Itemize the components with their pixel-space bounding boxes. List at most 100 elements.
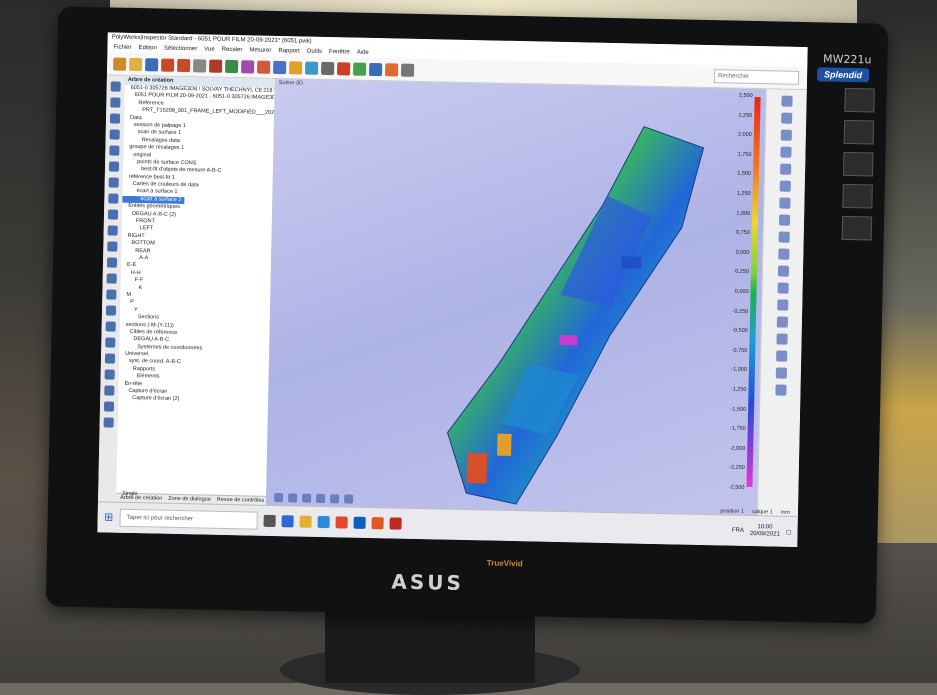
- zoom-fit-icon[interactable]: [778, 197, 791, 209]
- chrome-icon[interactable]: [335, 516, 348, 529]
- pick-icon[interactable]: [330, 493, 340, 503]
- task-view-icon[interactable]: [263, 514, 276, 528]
- comparison-tool-icon[interactable]: [104, 353, 116, 364]
- measure-icon[interactable]: [209, 59, 223, 73]
- sphere-tool-icon[interactable]: [107, 225, 118, 236]
- pan-tool-icon[interactable]: [109, 113, 121, 124]
- clip-icon[interactable]: [777, 265, 789, 277]
- camera-icon[interactable]: [368, 62, 383, 76]
- section-view-icon[interactable]: [775, 367, 787, 379]
- monitor: MW221u Splendid TrueVivid ASUS PolyWorks…: [45, 6, 889, 624]
- view-plus-x-icon[interactable]: [780, 95, 793, 107]
- select-tool-icon[interactable]: [110, 81, 121, 92]
- tree-item-label: référence best-fit 1: [128, 173, 175, 181]
- redo-icon[interactable]: [177, 58, 191, 72]
- clock[interactable]: 10:00 20/09/2021: [750, 524, 780, 539]
- zoom-tool-icon[interactable]: [109, 129, 120, 140]
- tree-item-label: original: [133, 151, 152, 158]
- settings-icon[interactable]: [193, 58, 207, 72]
- scanned-part-color-map[interactable]: [406, 102, 755, 516]
- scale-label: -0,500: [732, 327, 748, 335]
- outlook-icon[interactable]: [353, 516, 366, 529]
- box-select-icon[interactable]: [302, 493, 312, 503]
- selection-mode[interactable]: Single: [122, 491, 137, 497]
- vector-tool-icon[interactable]: [106, 289, 117, 300]
- gdt-tool-icon[interactable]: [105, 337, 116, 348]
- menu-recaler[interactable]: Recaler: [222, 45, 243, 55]
- acrobat-icon[interactable]: [389, 517, 402, 530]
- tree-item-label: Cibles de référence: [129, 328, 178, 336]
- select-mode-icon[interactable]: [288, 492, 298, 502]
- wireframe-icon[interactable]: [776, 299, 788, 311]
- polyline-tool-icon[interactable]: [106, 273, 117, 284]
- light-icon[interactable]: [777, 248, 789, 260]
- search-input[interactable]: Rechercher: [713, 69, 800, 85]
- scan-icon[interactable]: [273, 60, 287, 74]
- taskbar-search[interactable]: Taper ici pour rechercher: [119, 508, 258, 530]
- color-map-icon[interactable]: [289, 60, 303, 74]
- section-icon[interactable]: [305, 61, 319, 75]
- feature-icon[interactable]: [241, 59, 255, 73]
- view-iso-icon[interactable]: [779, 180, 791, 192]
- report-tool-icon[interactable]: [103, 417, 114, 428]
- view-plus-z-icon[interactable]: [779, 163, 791, 175]
- windows-start-icon[interactable]: ⊞: [102, 510, 116, 524]
- angle-tool-icon[interactable]: [105, 321, 116, 332]
- render-mode-icon[interactable]: [777, 282, 789, 294]
- circle-tool-icon[interactable]: [108, 177, 119, 188]
- view-minus-x-icon[interactable]: [780, 112, 792, 124]
- menu-aide[interactable]: Aide: [357, 48, 369, 58]
- report-icon[interactable]: [337, 61, 351, 75]
- edge-icon[interactable]: [281, 515, 294, 528]
- tree-item-label: LEFT: [139, 225, 154, 232]
- line-tool-icon[interactable]: [108, 193, 119, 204]
- scale-label: -0,750: [731, 347, 748, 354]
- view-plus-y-icon[interactable]: [780, 129, 792, 141]
- color-bar-icon[interactable]: [775, 333, 788, 345]
- annotation-icon[interactable]: [321, 61, 335, 75]
- 3d-viewport[interactable]: Scène 3D 2,500 2,250 2,000 1,750 1,500 1…: [265, 78, 767, 517]
- menu-edition[interactable]: Edition: [138, 43, 157, 53]
- nav-tool-icon[interactable]: [274, 492, 284, 502]
- slot-tool-icon[interactable]: [106, 257, 118, 268]
- new-file-icon[interactable]: [113, 57, 127, 71]
- cylinder-tool-icon[interactable]: [107, 209, 119, 220]
- menu-fichier[interactable]: Fichier: [113, 43, 131, 53]
- open-folder-icon[interactable]: [129, 57, 143, 71]
- align-icon[interactable]: [225, 59, 239, 73]
- polyworks-icon[interactable]: [371, 517, 384, 530]
- tree-item-label: Sections: [137, 314, 160, 321]
- table-icon[interactable]: [352, 62, 367, 76]
- lasso-icon[interactable]: [316, 493, 326, 503]
- menu-fenetre[interactable]: Fenêtre: [329, 47, 350, 57]
- plane-tool-icon[interactable]: [108, 161, 120, 172]
- menu-vue[interactable]: Vue: [204, 44, 215, 54]
- eye-icon[interactable]: [778, 231, 790, 243]
- probe-icon[interactable]: [257, 60, 271, 74]
- report-view-icon[interactable]: [774, 384, 787, 396]
- cone-tool-icon[interactable]: [107, 241, 118, 252]
- menu-outils[interactable]: Outils: [307, 47, 323, 57]
- save-icon[interactable]: [145, 57, 159, 71]
- point-tool-icon[interactable]: [109, 145, 120, 156]
- rotate-tool-icon[interactable]: [110, 97, 121, 108]
- probe-tool-icon[interactable]: [103, 401, 115, 412]
- zoom-in-icon[interactable]: [778, 214, 790, 226]
- language-indicator[interactable]: FRA: [732, 528, 744, 534]
- notification-icon[interactable]: ▢: [786, 528, 792, 535]
- explorer-icon[interactable]: [299, 515, 312, 528]
- measure-view-icon[interactable]: [775, 350, 787, 362]
- menu-rapport[interactable]: Rapport: [278, 46, 300, 56]
- triangle-tool-icon[interactable]: [104, 385, 115, 396]
- filter-icon[interactable]: [344, 493, 354, 504]
- macro-icon[interactable]: [400, 63, 415, 77]
- view-minus-y-icon[interactable]: [779, 146, 792, 158]
- store-icon[interactable]: [317, 515, 330, 529]
- undo-icon[interactable]: [161, 58, 175, 72]
- play-icon[interactable]: [384, 62, 399, 77]
- hand-icon[interactable]: [776, 316, 788, 328]
- distance-tool-icon[interactable]: [105, 305, 117, 316]
- menu-mesurer[interactable]: Mesurer: [249, 45, 271, 55]
- caliper-tool-icon[interactable]: [104, 369, 115, 380]
- menu-selectionner[interactable]: Sélectionner: [164, 44, 198, 55]
